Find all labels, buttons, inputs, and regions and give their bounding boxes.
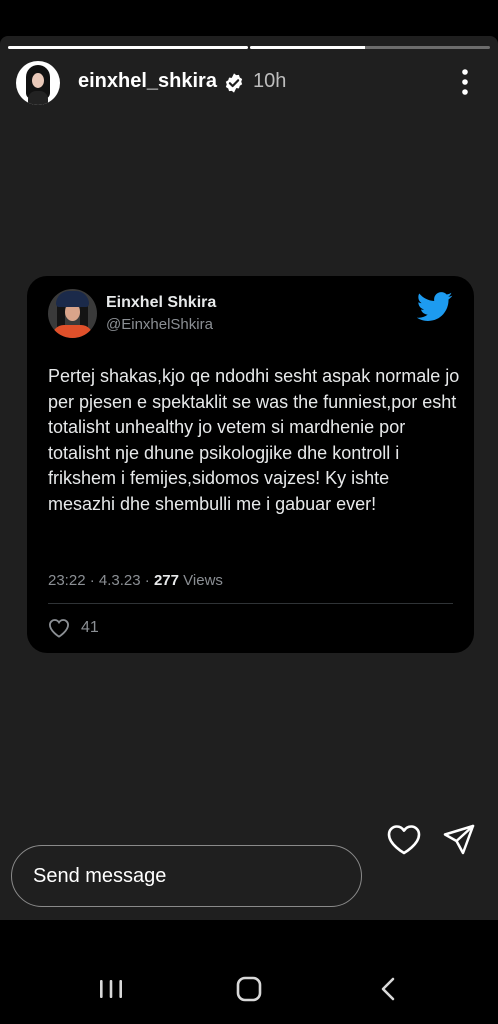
tweet-divider xyxy=(48,603,453,604)
story-username[interactable]: einxhel_shkira xyxy=(78,70,217,93)
tweet-author-handle: @EinxhelShkira xyxy=(106,316,213,333)
paper-plane-icon[interactable] xyxy=(442,823,476,857)
send-message-placeholder: Send message xyxy=(33,865,167,887)
tweet-author-name: Einxhel Shkira xyxy=(106,294,217,311)
story-header: einxhel_shkira 10h xyxy=(0,60,498,108)
story-viewer[interactable]: einxhel_shkira 10h Einxhel Shkira @Einxh… xyxy=(0,36,498,920)
send-message-input[interactable]: Send message xyxy=(11,845,362,907)
story-progress-fill-1 xyxy=(8,46,248,49)
tweet-card[interactable]: Einxhel Shkira @EinxhelShkira Pertej sha… xyxy=(27,276,474,653)
tweet-date: 4.3.23 xyxy=(98,572,141,589)
story-progress-segment-1 xyxy=(8,46,248,49)
twitter-bird-icon xyxy=(417,292,453,321)
meta-separator: · xyxy=(144,572,154,589)
tweet-time: 23:22 xyxy=(48,572,86,589)
profile-avatar[interactable] xyxy=(16,61,60,105)
phone-screen: einxhel_shkira 10h Einxhel Shkira @Einxh… xyxy=(0,0,498,1024)
story-timestamp: 10h xyxy=(253,70,287,92)
recent-apps-icon[interactable] xyxy=(97,978,125,1000)
tweet-meta: 23:22 · 4.3.23 · 277 Views xyxy=(48,572,223,589)
tweet-like-count: 41 xyxy=(81,619,99,636)
home-icon[interactable] xyxy=(235,976,263,1002)
tweet-views-count: 277 xyxy=(153,572,179,589)
back-chevron-icon[interactable] xyxy=(378,976,400,1002)
tweet-views-label: Views xyxy=(183,572,223,589)
heart-outline-icon xyxy=(48,619,70,638)
more-vertical-icon[interactable] xyxy=(455,66,475,98)
verified-badge-icon xyxy=(225,73,243,93)
like-story-heart-icon[interactable] xyxy=(386,824,422,856)
story-progress-segment-2 xyxy=(250,46,490,49)
tweet-text: Pertej shakas,kjo qe ndodhi sesht aspak … xyxy=(48,366,460,514)
meta-separator: · xyxy=(89,572,99,589)
story-progress-fill-2 xyxy=(250,46,366,49)
system-navigation-bar xyxy=(0,950,498,1024)
tweet-author-avatar xyxy=(48,289,97,338)
